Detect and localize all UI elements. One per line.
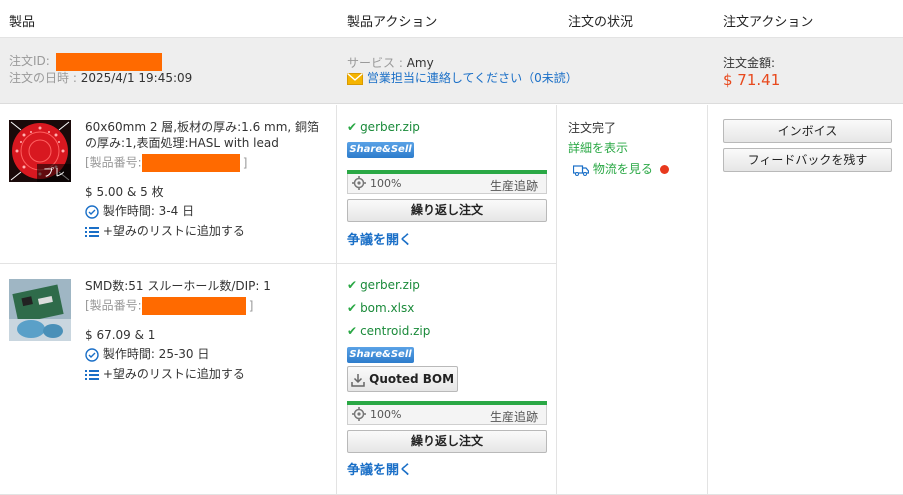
order-date-label: 注文の日時 : — [9, 71, 77, 85]
quoted-bom-button[interactable]: Quoted BOM — [347, 366, 458, 392]
lead-time-text: 製作時間: 3-4 日 — [102, 204, 195, 218]
production-progress[interactable]: 100% 生産追跡 — [347, 401, 547, 425]
open-dispute-link[interactable]: 争議を開く — [347, 229, 412, 248]
file-name: bom.xlsx — [360, 301, 415, 315]
product-thumbnail-pcb[interactable]: プレ — [9, 120, 71, 182]
file-name: centroid.zip — [360, 324, 431, 338]
order-amount-label: 注文金額: — [723, 56, 776, 70]
part-number-close: ] — [242, 155, 248, 170]
file-name: gerber.zip — [360, 120, 420, 134]
file-name: gerber.zip — [360, 278, 420, 292]
order-date-value: 2025/4/1 19:45:09 — [80, 71, 193, 85]
gear-icon — [352, 407, 366, 421]
gear-icon — [352, 176, 366, 190]
part-number-label: [製品番号: — [85, 155, 142, 170]
mail-icon — [347, 72, 363, 85]
redacted-order-id — [55, 52, 162, 71]
preview-badge: プレ — [37, 164, 71, 182]
product-thumbnail-assembly[interactable] — [9, 279, 71, 341]
file-centroid[interactable]: ✔ centroid.zip — [347, 324, 430, 338]
file-gerber[interactable]: ✔ gerber.zip — [347, 278, 420, 292]
header-order-action: 注文アクション — [723, 15, 814, 30]
file-bom[interactable]: ✔ bom.xlsx — [347, 301, 414, 315]
tracking-link[interactable]: 生産追跡 — [490, 408, 538, 425]
list-icon — [85, 369, 99, 380]
refresh-clock-icon — [85, 204, 99, 219]
header-order-status: 注文の状況 — [568, 15, 634, 30]
progress-percent: 100% — [370, 177, 402, 190]
service-label: サービス : — [347, 56, 403, 70]
tracking-link[interactable]: 生産追跡 — [490, 177, 538, 194]
invoice-button[interactable]: インボイス — [723, 119, 892, 143]
part-number: [製品番号:] — [85, 297, 253, 315]
order-id-label: 注文ID: — [9, 54, 50, 68]
table-header: 製品 製品アクション 注文の状況 注文アクション — [0, 0, 903, 38]
check-icon: ✔ — [347, 120, 358, 134]
divider — [0, 263, 556, 264]
view-logistics-link[interactable]: 物流を見る — [573, 160, 669, 177]
part-number-label: [製品番号: — [85, 298, 142, 313]
progress-bar — [347, 401, 547, 405]
redacted-part-number — [141, 154, 240, 172]
reorder-button[interactable]: 繰り返し注文 — [347, 430, 547, 453]
part-number: [製品番号:] — [85, 154, 247, 172]
contact-sales-link[interactable]: 営業担当に連絡してください（0未読） — [347, 69, 578, 86]
notification-dot — [659, 165, 669, 174]
divider — [336, 105, 337, 495]
quoted-bom-label: Quoted BOM — [369, 372, 455, 386]
product-price: $ 5.00 & 5 枚 — [85, 185, 164, 199]
header-product: 製品 — [9, 15, 36, 30]
product-description: 60x60mm 2 層,板材の厚み:1.6 mm, 銅箔の厚み:1,表面処理:H… — [85, 120, 320, 150]
contact-sales-text: 営業担当に連絡してください（0未読） — [366, 71, 578, 85]
product-price: $ 67.09 & 1 — [85, 328, 156, 342]
download-icon — [351, 373, 365, 387]
wishlist-text: +望みのリストに追加する — [102, 367, 245, 381]
wishlist-text: +望みのリストに追加する — [102, 224, 245, 238]
header-product-action: 製品アクション — [347, 15, 438, 30]
production-progress[interactable]: 100% 生産追跡 — [347, 170, 547, 194]
part-number-close: ] — [248, 298, 254, 313]
lead-time-text: 製作時間: 25-30 日 — [102, 347, 210, 361]
divider — [556, 105, 557, 495]
leave-feedback-button[interactable]: フィードバックを残す — [723, 148, 892, 172]
check-icon: ✔ — [347, 301, 358, 315]
redacted-part-number — [141, 297, 246, 315]
list-icon — [85, 226, 99, 237]
add-to-wishlist[interactable]: +望みのリストに追加する — [85, 223, 245, 239]
reorder-button[interactable]: 繰り返し注文 — [347, 199, 547, 222]
order-amount-value: $ 71.41 — [723, 71, 781, 89]
progress-bar — [347, 170, 547, 174]
lead-time: 製作時間: 25-30 日 — [85, 346, 209, 362]
service-name: Amy — [406, 56, 434, 70]
share-sell-button[interactable]: Share&Sell — [347, 347, 414, 363]
order-status-text: 注文完了 — [568, 121, 617, 135]
add-to-wishlist[interactable]: +望みのリストに追加する — [85, 366, 245, 382]
progress-percent: 100% — [370, 408, 402, 421]
check-icon: ✔ — [347, 324, 358, 338]
pcba-image — [9, 279, 71, 341]
divider — [707, 105, 708, 495]
order-summary: 注文ID: 注文の日時 : 2025/4/1 19:45:09 サービス : A… — [0, 38, 903, 104]
truck-icon — [573, 164, 589, 176]
logistics-text: 物流を見る — [592, 162, 653, 176]
share-sell-button[interactable]: Share&Sell — [347, 142, 414, 158]
check-icon: ✔ — [347, 278, 358, 292]
refresh-clock-icon — [85, 347, 99, 362]
product-description: SMD数:51 スルーホール数/DIP: 1 — [85, 279, 271, 293]
lead-time: 製作時間: 3-4 日 — [85, 203, 194, 219]
view-details-link[interactable]: 詳細を表示 — [568, 139, 628, 156]
file-gerber[interactable]: ✔ gerber.zip — [347, 120, 420, 134]
open-dispute-link[interactable]: 争議を開く — [347, 459, 412, 478]
